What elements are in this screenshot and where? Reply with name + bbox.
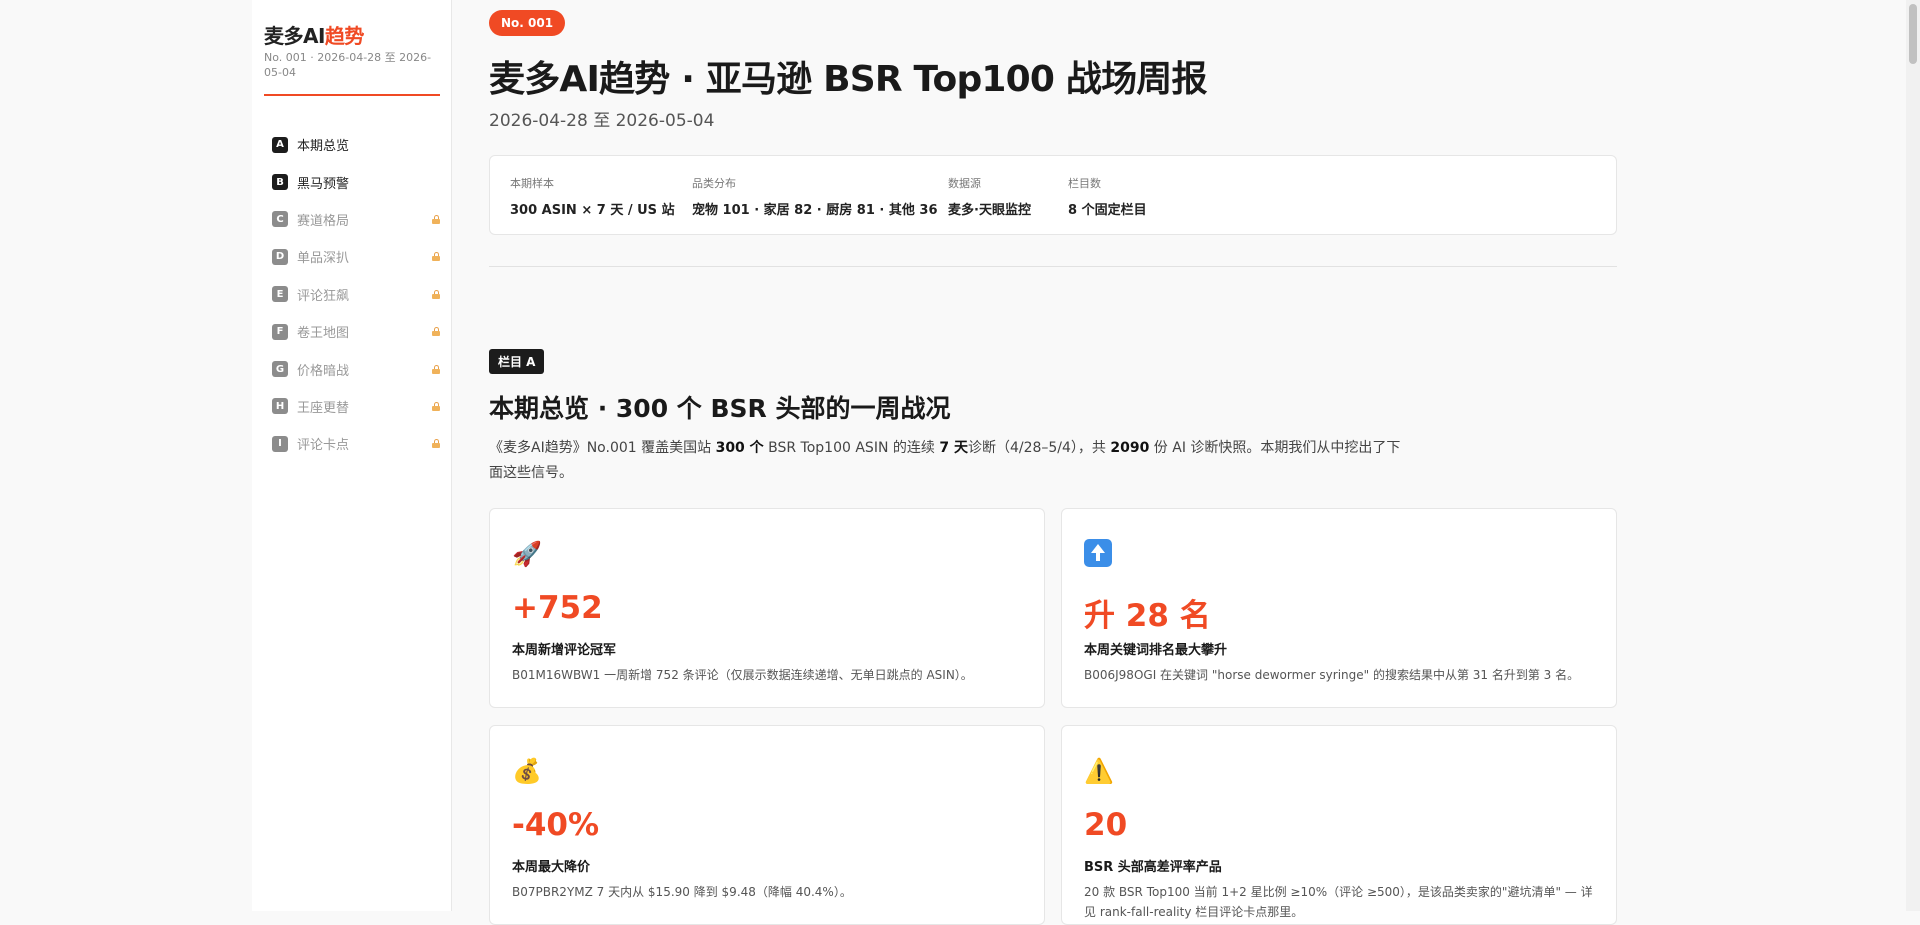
page-date-range: 2026-04-28 至 2026-05-04 <box>489 111 715 131</box>
card-description: B006J98OGI 在关键词 "horse dewormer syringe"… <box>1084 668 1580 682</box>
card-value: 升 28 名 <box>1084 598 1211 634</box>
lock-icon <box>432 289 440 299</box>
sidebar-item-throne-change[interactable]: H 王座更替 <box>272 388 442 425</box>
lock-icon <box>432 327 440 337</box>
sidebar-item-label: 本期总览 <box>297 139 350 155</box>
sidebar-item-dark-horse[interactable]: B 黑马预警 <box>272 163 442 200</box>
card-value: -40% <box>512 807 600 843</box>
nav-letter-badge: I <box>272 435 288 452</box>
nav-letter-badge: E <box>272 286 288 303</box>
sidebar-item-price-war[interactable]: G 价格暗战 <box>272 350 442 387</box>
info-value: 8 个固定栏目 <box>1068 203 1147 218</box>
card-value: 20 <box>1084 807 1128 843</box>
info-label: 品类分布 <box>692 177 736 190</box>
info-category: 品类分布 宠物 101 · 家居 82 · 厨房 81 · 其他 36 <box>692 175 937 218</box>
stat-card-price-drop: 💰 -40% 本周最大降价 B07PBR2YMZ 7 天内从 $15.90 降到… <box>489 725 1045 925</box>
info-value: 300 ASIN × 7 天 / US 站 <box>510 203 675 218</box>
stat-card-high-negative: ⚠️ 20 BSR 头部高差评率产品 20 款 BSR Top100 当前 1+… <box>1061 725 1617 925</box>
card-value: +752 <box>512 590 603 626</box>
lock-icon <box>432 439 440 449</box>
card-title: 本周最大降价 <box>512 860 591 875</box>
money-bag-icon: 💰 <box>512 757 542 785</box>
card-title: 本周新增评论冠军 <box>512 643 617 658</box>
scrollbar-thumb[interactable] <box>1909 4 1917 64</box>
issue-badge: No. 001 <box>489 10 566 36</box>
sidebar-item-review-checkpoint[interactable]: I 评论卡点 <box>272 425 442 462</box>
lock-icon <box>432 401 440 411</box>
warning-icon: ⚠️ <box>1084 757 1114 785</box>
nav-letter-badge: G <box>272 361 288 378</box>
sidebar-item-track-landscape[interactable]: C 赛道格局 <box>272 201 442 238</box>
nav-letter-badge: C <box>272 211 288 228</box>
info-sample: 本期样本 300 ASIN × 7 天 / US 站 <box>510 175 675 218</box>
info-label: 数据源 <box>948 177 981 190</box>
nav-letter-badge: A <box>272 136 288 153</box>
stat-card-keyword-climb: 升 28 名 本周关键词排名最大攀升 B006J98OGI 在关键词 "hors… <box>1061 508 1617 708</box>
card-title: BSR 头部高差评率产品 <box>1084 860 1222 875</box>
lock-icon <box>432 364 440 374</box>
sidebar-item-competition-map[interactable]: F 卷王地图 <box>272 313 442 350</box>
brand-subtitle: No. 001 · 2026-04-28 至 2026-05-04 <box>264 51 432 79</box>
lock-icon <box>432 214 440 224</box>
sidebar-item-label: 单品深扒 <box>297 251 350 267</box>
info-value: 宠物 101 · 家居 82 · 厨房 81 · 其他 36 <box>692 203 938 218</box>
nav-letter-badge: B <box>272 174 288 191</box>
info-source: 数据源 麦多·天眼监控 <box>948 175 1031 218</box>
sidebar-item-overview[interactable]: A 本期总览 <box>272 126 442 163</box>
sidebar-item-label: 卷王地图 <box>297 326 350 342</box>
page-scrollbar[interactable] <box>1906 0 1920 911</box>
nav-letter-badge: F <box>272 323 288 340</box>
section-divider <box>489 266 1617 267</box>
page-title: 麦多AI趋势 · 亚马逊 BSR Top100 战场周报 <box>489 59 1208 100</box>
card-description: B01M16WBW1 一周新增 752 条评论（仅展示数据连续递增、无单日跳点的… <box>512 668 973 682</box>
sidebar-item-label: 评论卡点 <box>297 438 350 454</box>
rocket-icon: 🚀 <box>512 540 542 568</box>
sidebar-item-review-surge[interactable]: E 评论狂飙 <box>272 276 442 313</box>
sidebar: 麦多AI趋势 No. 001 · 2026-04-28 至 2026-05-04… <box>252 0 452 911</box>
sidebar-nav: A 本期总览 B 黑马预警 C 赛道格局 D 单品深扒 E 评论狂飙 F 卷王地… <box>272 126 442 463</box>
card-title: 本周关键词排名最大攀升 <box>1084 643 1228 658</box>
sidebar-item-label: 王座更替 <box>297 400 350 416</box>
nav-letter-badge: H <box>272 398 288 415</box>
card-description: 20 款 BSR Top100 当前 1+2 星比例 ≥10%（评论 ≥500）… <box>1084 885 1593 919</box>
issue-info-box: 本期样本 300 ASIN × 7 天 / US 站 品类分布 宠物 101 ·… <box>489 155 1617 235</box>
info-label: 本期样本 <box>510 177 554 190</box>
info-value: 麦多·天眼监控 <box>948 203 1031 218</box>
sidebar-item-label: 价格暗战 <box>297 363 350 379</box>
section-title: 本期总览 · 300 个 BSR 头部的一周战况 <box>489 394 951 423</box>
sidebar-item-label: 评论狂飙 <box>297 288 350 304</box>
stat-card-review-champion: 🚀 +752 本周新增评论冠军 B01M16WBW1 一周新增 752 条评论（… <box>489 508 1045 708</box>
brand-logo[interactable]: 麦多AI趋势 <box>264 20 364 49</box>
card-description: B07PBR2YMZ 7 天内从 $15.90 降到 $9.48（降幅 40.4… <box>512 885 852 899</box>
sidebar-item-label: 赛道格局 <box>297 213 350 229</box>
nav-letter-badge: D <box>272 248 288 265</box>
brand-divider <box>264 94 440 96</box>
up-arrow-icon <box>1084 539 1114 569</box>
sidebar-item-product-deep-dive[interactable]: D 单品深扒 <box>272 238 442 275</box>
info-label: 栏目数 <box>1068 177 1101 190</box>
section-intro: 《麦多AI趋势》No.001 覆盖美国站 300 个 BSR Top100 AS… <box>489 440 1401 481</box>
lock-icon <box>432 252 440 262</box>
sidebar-item-label: 黑马预警 <box>297 176 350 192</box>
section-tag: 栏目 A <box>489 349 545 374</box>
info-columns: 栏目数 8 个固定栏目 <box>1068 175 1147 218</box>
